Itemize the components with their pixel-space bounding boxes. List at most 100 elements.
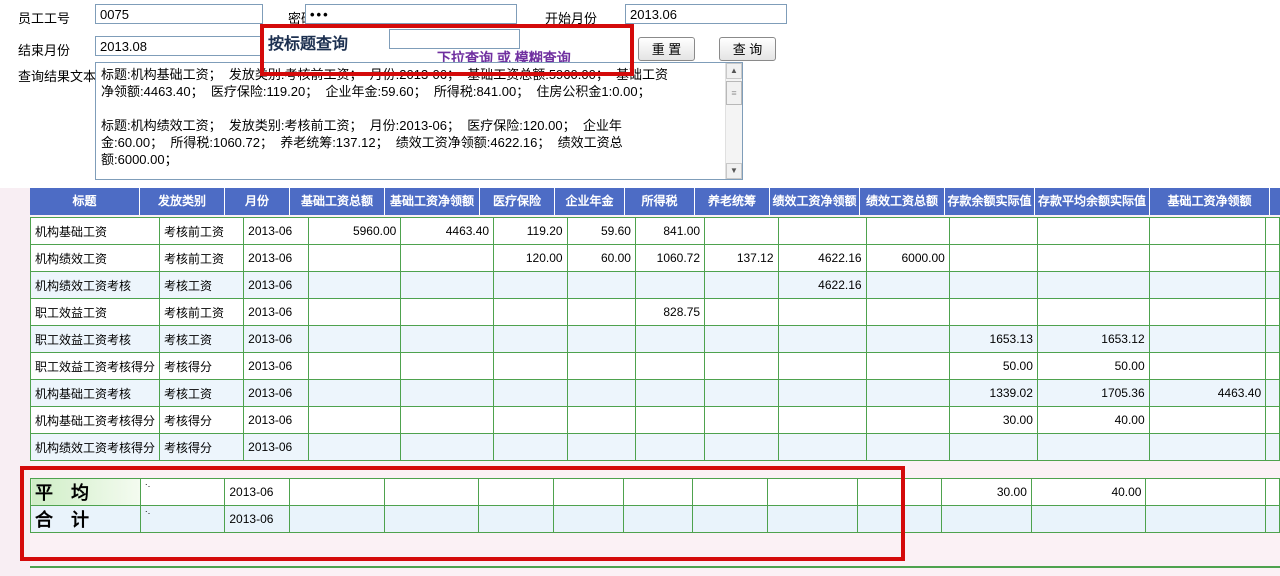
table-row[interactable]: 机构绩效工资考核考核工资2013-064622.16 bbox=[31, 272, 1280, 299]
column-header[interactable] bbox=[1270, 188, 1280, 215]
column-header[interactable]: 养老统筹 bbox=[695, 188, 770, 215]
table-cell bbox=[635, 380, 704, 407]
summary-cell bbox=[693, 506, 768, 533]
scroll-down-icon[interactable]: ▼ bbox=[726, 163, 742, 179]
column-header[interactable]: 发放类别 bbox=[140, 188, 225, 215]
table-cell: 4622.16 bbox=[778, 272, 866, 299]
column-header[interactable]: 月份 bbox=[225, 188, 290, 215]
salary-query-app: 员工工号 密码 开始月份 结束月份 按标题查询 下拉查询 或 模糊查询 重 置 … bbox=[0, 0, 1280, 576]
textarea-scrollbar[interactable]: ▲ ≡ ▼ bbox=[725, 63, 742, 179]
average-row[interactable]: 平 均·.2013-0630.0040.00 bbox=[31, 479, 1280, 506]
reset-button[interactable]: 重 置 bbox=[638, 37, 695, 61]
column-header[interactable]: 存款平均余额实际值 bbox=[1035, 188, 1150, 215]
end-month-label: 结束月份 bbox=[18, 40, 70, 59]
employee-id-input[interactable] bbox=[95, 4, 263, 24]
summary-cell bbox=[623, 479, 693, 506]
table-cell: 5960.00 bbox=[308, 218, 401, 245]
result-textarea[interactable]: 标题:机构基础工资； 发放类别:考核前工资； 月份:2013-06； 基础工资总… bbox=[95, 62, 743, 180]
end-month-input[interactable] bbox=[95, 36, 263, 56]
table-cell bbox=[1149, 245, 1265, 272]
table-cell: 职工效益工资考核得分 bbox=[31, 353, 160, 380]
table-cell bbox=[778, 434, 866, 461]
table-cell bbox=[1266, 245, 1280, 272]
table-row[interactable]: 机构绩效工资考核前工资2013-06120.0060.001060.72137.… bbox=[31, 245, 1280, 272]
column-header[interactable]: 存款余额实际值 bbox=[945, 188, 1035, 215]
table-cell bbox=[705, 407, 778, 434]
summary-cell bbox=[623, 506, 693, 533]
table-cell: 职工效益工资 bbox=[31, 299, 160, 326]
table-row[interactable]: 机构基础工资考核考核工资2013-061339.021705.364463.40 bbox=[31, 380, 1280, 407]
table-row[interactable]: 职工效益工资考核考核工资2013-061653.131653.12 bbox=[31, 326, 1280, 353]
column-header[interactable]: 医疗保险 bbox=[480, 188, 555, 215]
summary-cell bbox=[693, 479, 768, 506]
table-cell bbox=[567, 380, 635, 407]
result-text-label: 查询结果文本 bbox=[18, 66, 96, 85]
table-cell bbox=[1037, 218, 1149, 245]
start-month-input[interactable] bbox=[625, 4, 787, 24]
table-cell bbox=[778, 380, 866, 407]
table-cell bbox=[1266, 380, 1280, 407]
table-row[interactable]: 职工效益工资考核得分考核得分2013-0650.0050.00 bbox=[31, 353, 1280, 380]
summary-cell bbox=[1146, 479, 1265, 506]
table-cell bbox=[1266, 218, 1280, 245]
employee-id-label: 员工工号 bbox=[18, 8, 70, 27]
table-cell bbox=[567, 299, 635, 326]
column-header[interactable]: 绩效工资总额 bbox=[860, 188, 945, 215]
column-header[interactable]: 标题 bbox=[30, 188, 140, 215]
table-row[interactable]: 机构绩效工资考核得分考核得分2013-06 bbox=[31, 434, 1280, 461]
table-cell bbox=[401, 434, 494, 461]
table-cell bbox=[1266, 326, 1280, 353]
table-cell bbox=[401, 407, 494, 434]
table-cell: 2013-06 bbox=[244, 245, 308, 272]
query-form: 员工工号 密码 开始月份 结束月份 按标题查询 下拉查询 或 模糊查询 重 置 … bbox=[0, 0, 1280, 188]
scroll-thumb[interactable]: ≡ bbox=[726, 81, 742, 105]
table-cell bbox=[866, 407, 949, 434]
table-cell bbox=[308, 326, 401, 353]
table-cell: 2013-06 bbox=[244, 272, 308, 299]
table-cell bbox=[778, 218, 866, 245]
column-header[interactable]: 基础工资总额 bbox=[290, 188, 385, 215]
table-cell bbox=[567, 407, 635, 434]
table-cell bbox=[308, 434, 401, 461]
summary-cell: ·. bbox=[140, 479, 225, 506]
summary-cell bbox=[1031, 506, 1146, 533]
column-header[interactable]: 企业年金 bbox=[555, 188, 625, 215]
table-cell bbox=[635, 434, 704, 461]
table-cell bbox=[494, 434, 567, 461]
table-row[interactable]: 职工效益工资考核前工资2013-06828.75 bbox=[31, 299, 1280, 326]
summary-cell bbox=[290, 506, 385, 533]
password-input[interactable] bbox=[305, 4, 517, 24]
table-cell: 机构基础工资考核得分 bbox=[31, 407, 160, 434]
summary-cell bbox=[554, 506, 624, 533]
query-button[interactable]: 查 询 bbox=[719, 37, 776, 61]
table-cell bbox=[949, 218, 1037, 245]
table-cell bbox=[1149, 407, 1265, 434]
summary-cell bbox=[768, 479, 858, 506]
table-cell: 1653.13 bbox=[949, 326, 1037, 353]
table-cell bbox=[401, 380, 494, 407]
summary-cell bbox=[942, 506, 1032, 533]
table-row[interactable]: 机构基础工资考核得分考核得分2013-0630.0040.00 bbox=[31, 407, 1280, 434]
table-cell bbox=[866, 434, 949, 461]
table-cell bbox=[705, 299, 778, 326]
table-cell: 考核工资 bbox=[160, 326, 244, 353]
table-cell: 考核前工资 bbox=[160, 245, 244, 272]
table-row[interactable]: 机构基础工资考核前工资2013-065960.004463.40119.2059… bbox=[31, 218, 1280, 245]
column-header[interactable]: 基础工资净领额 bbox=[385, 188, 480, 215]
table-cell: 考核前工资 bbox=[160, 218, 244, 245]
table-cell bbox=[635, 272, 704, 299]
table-cell: 50.00 bbox=[1037, 353, 1149, 380]
column-header[interactable]: 基础工资净领额 bbox=[1150, 188, 1270, 215]
column-header[interactable]: 绩效工资净领额 bbox=[770, 188, 860, 215]
column-header[interactable]: 所得税 bbox=[625, 188, 695, 215]
table-cell bbox=[494, 353, 567, 380]
table-cell: 4463.40 bbox=[401, 218, 494, 245]
table-cell: 828.75 bbox=[635, 299, 704, 326]
table-cell: 841.00 bbox=[635, 218, 704, 245]
table-cell bbox=[635, 326, 704, 353]
table-cell: 机构绩效工资考核 bbox=[31, 272, 160, 299]
scroll-up-icon[interactable]: ▲ bbox=[726, 63, 742, 79]
title-query-input[interactable] bbox=[389, 29, 520, 49]
total-row[interactable]: 合 计·.2013-06 bbox=[31, 506, 1280, 533]
summary-cell bbox=[768, 506, 858, 533]
